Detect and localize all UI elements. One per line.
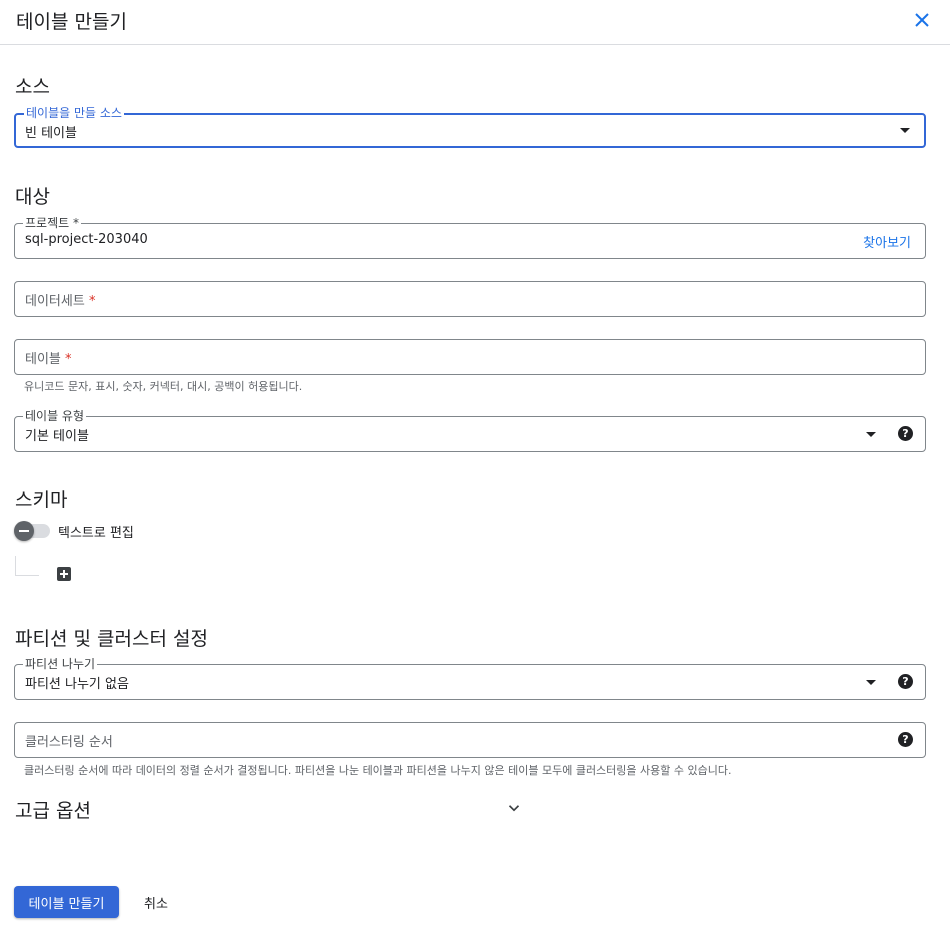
- partitioning-select[interactable]: 파티션 나누기 파티션 나누기 없음 ?: [14, 657, 926, 700]
- help-icon[interactable]: ?: [898, 426, 913, 441]
- caret-down-icon: [866, 432, 876, 437]
- dialog-title: 테이블 만들기: [16, 11, 127, 33]
- table-name-hint: 유니코드 문자, 표시, 숫자, 커넥터, 대시, 공백이 허용됩니다.: [24, 380, 303, 393]
- clustering-placeholder: 클러스터링 순서: [25, 735, 113, 750]
- project-field-label: 프로젝트 *: [23, 216, 81, 230]
- partition-section-title: 파티션 및 클러스터 설정: [15, 628, 208, 650]
- add-field-icon[interactable]: [57, 567, 71, 581]
- dialog-header: 테이블 만들기: [0, 0, 950, 45]
- source-select[interactable]: 테이블을 만들 소스 빈 테이블: [14, 106, 926, 148]
- close-icon[interactable]: [910, 8, 934, 32]
- browse-link[interactable]: 찾아보기: [863, 232, 911, 251]
- partitioning-label: 파티션 나누기: [23, 657, 98, 671]
- required-mark: *: [65, 352, 72, 367]
- source-select-value: 빈 테이블: [25, 126, 77, 141]
- table-input[interactable]: 테이블 *: [14, 339, 926, 375]
- chevron-down-icon[interactable]: [505, 799, 523, 817]
- schema-section-title: 스키마: [15, 489, 68, 511]
- clustering-input[interactable]: 클러스터링 순서 ?: [14, 722, 926, 758]
- table-type-value: 기본 테이블: [25, 429, 89, 444]
- project-field-value: sql-project-203040: [25, 232, 148, 247]
- dataset-input[interactable]: 데이터세트 *: [14, 281, 926, 317]
- table-type-label: 테이블 유형: [23, 409, 87, 423]
- clustering-hint: 클러스터링 순서에 따라 데이터의 정렬 순서가 결정됩니다. 파티션을 나눈 …: [24, 764, 732, 777]
- project-field[interactable]: 프로젝트 * sql-project-203040 찾아보기: [14, 216, 926, 259]
- cancel-button[interactable]: 취소: [134, 886, 178, 918]
- caret-down-icon: [866, 680, 876, 685]
- toggle-thumb[interactable]: [14, 521, 34, 541]
- help-icon[interactable]: ?: [898, 674, 913, 689]
- schema-table-corner: [15, 556, 39, 576]
- partitioning-value: 파티션 나누기 없음: [25, 677, 129, 692]
- table-placeholder: 테이블 *: [25, 352, 72, 367]
- required-mark: *: [88, 294, 96, 309]
- source-section-title: 소스: [15, 76, 50, 98]
- table-type-select[interactable]: 테이블 유형 기본 테이블 ?: [14, 409, 926, 452]
- source-select-label: 테이블을 만들 소스: [24, 106, 124, 120]
- caret-down-icon: [900, 128, 910, 133]
- dataset-placeholder: 데이터세트 *: [25, 294, 96, 309]
- destination-section-title: 대상: [15, 186, 50, 208]
- create-table-button[interactable]: 테이블 만들기: [14, 886, 119, 918]
- help-icon[interactable]: ?: [898, 732, 913, 747]
- advanced-options-title[interactable]: 고급 옵션: [15, 796, 91, 823]
- edit-as-text-label: 텍스트로 편집: [58, 526, 134, 541]
